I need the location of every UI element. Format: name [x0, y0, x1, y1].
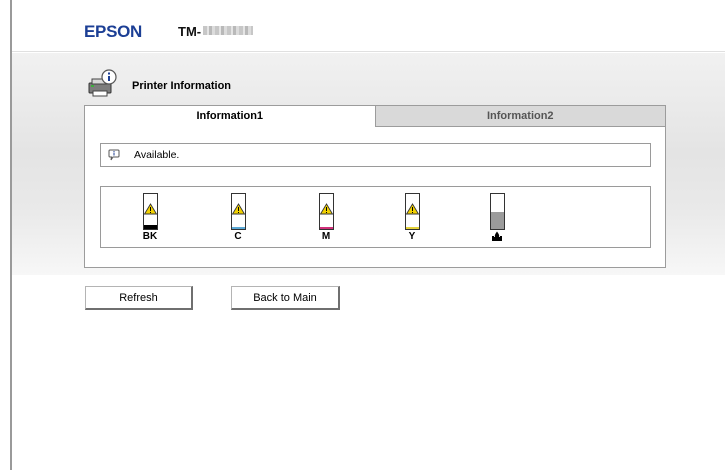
info-bubble-icon — [108, 149, 120, 161]
epson-logo: EPSON — [84, 22, 143, 41]
model-number-redacted — [203, 26, 254, 35]
maintenance-box-fill — [490, 212, 504, 229]
refresh-button[interactable]: Refresh — [85, 286, 193, 310]
ink-cartridge-bk: BK — [139, 193, 161, 242]
ink-cartridge-c: C — [227, 193, 249, 242]
printer-model: TM- — [178, 24, 254, 39]
page-title-row: Printer Information — [86, 68, 231, 98]
ink-cartridge-y: Y — [401, 193, 423, 242]
ink-label-m: M — [321, 231, 331, 242]
ink-label-y: Y — [408, 231, 416, 242]
warning-icon — [405, 203, 419, 215]
ink-level-bar-bk — [143, 225, 157, 229]
header-bar: EPSON TM- — [12, 0, 725, 52]
ink-levels-box: BK C M Y — [100, 186, 651, 248]
tab-bar: Information1 Information2 — [85, 106, 665, 127]
ink-cartridge-y-tank — [404, 193, 420, 230]
warning-icon — [231, 203, 245, 215]
model-prefix: TM- — [178, 24, 202, 39]
maintenance-box-icon — [492, 231, 502, 241]
info-panel: Information1 Information2 Available. BK … — [84, 105, 666, 268]
back-to-main-button[interactable]: Back to Main — [231, 286, 340, 310]
ink-cartridge-m-tank — [318, 193, 334, 230]
ink-label-c: C — [234, 231, 242, 242]
ink-level-bar-c — [231, 227, 245, 229]
maintenance-box — [486, 193, 508, 242]
ink-level-bar-y — [405, 227, 419, 229]
status-text: Available. — [134, 149, 180, 161]
maintenance-box-tank — [489, 193, 505, 230]
tab-information2[interactable]: Information2 — [375, 106, 665, 127]
ink-cartridge-c-tank — [230, 193, 246, 230]
printer-info-icon — [86, 68, 120, 98]
warning-icon — [143, 203, 157, 215]
warning-icon — [319, 203, 333, 215]
status-box: Available. — [100, 143, 651, 167]
tab-information1[interactable]: Information1 — [85, 106, 376, 127]
page-title: Printer Information — [132, 80, 232, 92]
ink-label-bk: BK — [142, 231, 158, 242]
ink-cartridge-m: M — [315, 193, 337, 242]
ink-level-bar-m — [319, 227, 333, 229]
ink-cartridge-bk-tank — [142, 193, 158, 230]
